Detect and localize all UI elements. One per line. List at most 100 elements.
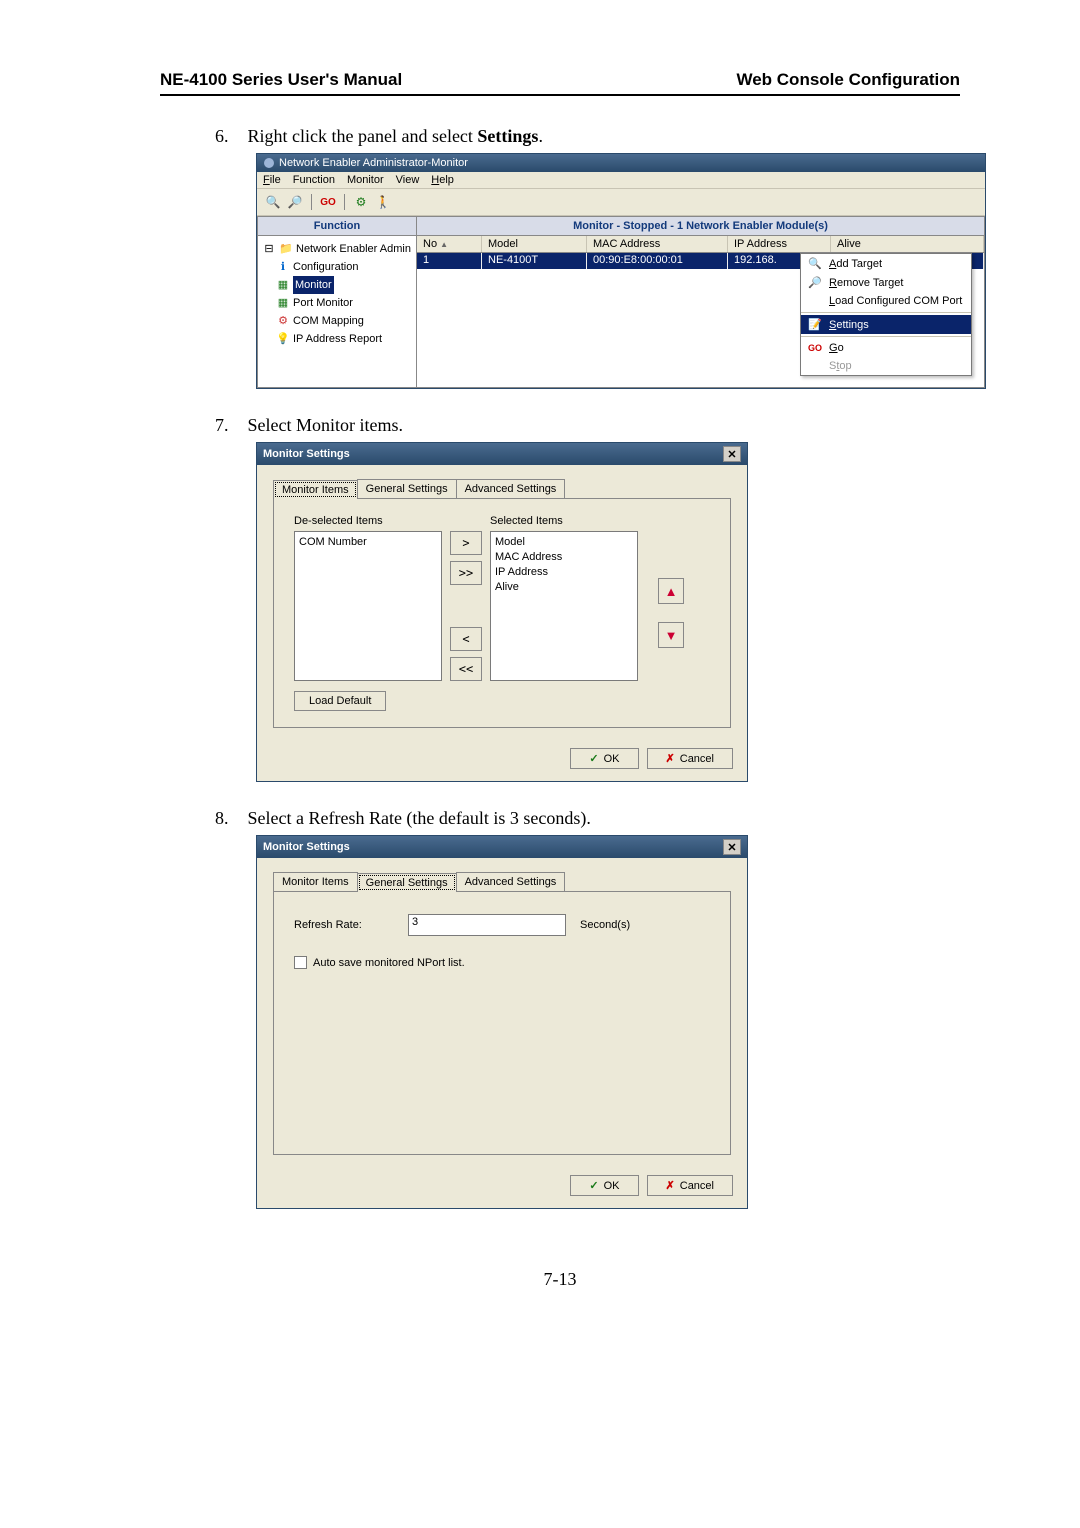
- move-right-all-button[interactable]: >>: [450, 561, 482, 585]
- toolbar: 🔍 🔎 GO ⚙ 🚶: [257, 189, 985, 216]
- remove-target-icon: 🔎: [807, 276, 823, 289]
- menubar: File Function Monitor View Help: [257, 172, 985, 189]
- cancel-button[interactable]: ✗Cancel: [647, 748, 733, 769]
- cancel-button[interactable]: ✗Cancel: [647, 1175, 733, 1196]
- grid-header-row: No ▲ Model MAC Address IP Address Alive: [417, 236, 984, 253]
- ctx-remove-target[interactable]: 🔎 Remove Target: [801, 273, 971, 292]
- list-item[interactable]: COM Number: [299, 535, 437, 550]
- monitor-icon: ▦: [276, 278, 290, 292]
- menu-monitor[interactable]: Monitor: [347, 174, 384, 186]
- tb-com-icon[interactable]: ⚙: [351, 192, 371, 212]
- menu-function[interactable]: Function: [293, 174, 335, 186]
- tree-item-com-mapping[interactable]: ⚙ COM Mapping: [276, 312, 412, 330]
- refresh-rate-input[interactable]: 3: [408, 914, 566, 936]
- monitor-items-panel: De-selected Items COM Number > >> < << S…: [273, 498, 731, 728]
- tree-ip-report-label: IP Address Report: [293, 330, 382, 348]
- page-number: 7-13: [160, 1269, 960, 1290]
- tb-find-icon[interactable]: 🔍: [263, 192, 283, 212]
- folder-icon: 📁: [279, 242, 293, 256]
- app-title: Network Enabler Administrator-Monitor: [279, 157, 468, 169]
- tb-locate-icon[interactable]: 🔎: [285, 192, 305, 212]
- col-no[interactable]: No ▲: [417, 236, 482, 252]
- close-button[interactable]: ✕: [723, 839, 741, 855]
- menu-view[interactable]: View: [396, 174, 420, 186]
- tree-collapse-icon[interactable]: ⊟: [262, 242, 276, 256]
- step-6: 6. Right click the panel and select Sett…: [215, 126, 960, 147]
- tree-item-monitor[interactable]: ▦ Monitor: [276, 276, 412, 294]
- move-left-all-button[interactable]: <<: [450, 657, 482, 681]
- menu-help[interactable]: Help: [431, 174, 454, 186]
- auto-save-checkbox[interactable]: [294, 956, 307, 969]
- right-panel: Monitor - Stopped - 1 Network Enabler Mo…: [417, 216, 985, 388]
- function-header: Function: [258, 217, 416, 236]
- grid-body[interactable]: 1 NE-4100T 00:90:E8:00:00:01 192.168. 🔍 …: [417, 253, 984, 387]
- dialog-1-title: Monitor Settings: [263, 448, 350, 460]
- deselected-label: De-selected Items: [294, 515, 442, 527]
- ctx-load-com[interactable]: Load Configured COM Port: [801, 292, 971, 310]
- tab-monitor-items[interactable]: Monitor Items: [273, 872, 358, 891]
- step-7-num: 7.: [215, 415, 243, 436]
- close-button[interactable]: ✕: [723, 446, 741, 462]
- tb-go-icon[interactable]: GO: [318, 192, 338, 212]
- step-7-text: Select Monitor items.: [248, 415, 403, 435]
- list-item[interactable]: MAC Address: [495, 550, 633, 565]
- app-icon: [263, 157, 275, 169]
- list-item[interactable]: Alive: [495, 580, 633, 595]
- col-model[interactable]: Model: [482, 236, 587, 252]
- col-ip[interactable]: IP Address: [728, 236, 831, 252]
- tree-root[interactable]: ⊟ 📁 Network Enabler Admin: [262, 240, 412, 258]
- tree-item-ip-report[interactable]: 💡 IP Address Report: [276, 330, 412, 348]
- cell-mac: 00:90:E8:00:00:01: [587, 253, 728, 269]
- move-down-button[interactable]: ▼: [658, 622, 684, 648]
- tab-general-settings[interactable]: General Settings: [357, 479, 457, 498]
- step-8-num: 8.: [215, 808, 243, 829]
- dialog-1-tabs: Monitor Items General Settings Advanced …: [273, 479, 731, 498]
- general-settings-panel: Refresh Rate: 3 Second(s) Auto save moni…: [273, 891, 731, 1155]
- tree-item-config[interactable]: ℹ Configuration: [276, 258, 412, 276]
- menu-file[interactable]: File: [263, 174, 281, 186]
- ok-button[interactable]: ✓OK: [570, 1175, 638, 1196]
- tab-general-settings[interactable]: General Settings: [357, 873, 457, 892]
- right-panel-header: Monitor - Stopped - 1 Network Enabler Mo…: [417, 217, 984, 236]
- ctx-add-target[interactable]: 🔍 Add Target: [801, 254, 971, 273]
- selected-listbox[interactable]: Model MAC Address IP Address Alive: [490, 531, 638, 681]
- tab-advanced-settings[interactable]: Advanced Settings: [456, 479, 566, 498]
- step-6-text-c: .: [538, 126, 543, 146]
- tree-monitor-label: Monitor: [293, 276, 334, 294]
- tb-stop-icon[interactable]: 🚶: [373, 192, 393, 212]
- deselected-listbox[interactable]: COM Number: [294, 531, 442, 681]
- tab-advanced-settings[interactable]: Advanced Settings: [456, 872, 566, 891]
- toolbar-divider-1: [311, 194, 312, 210]
- move-up-button[interactable]: ▲: [658, 578, 684, 604]
- bulb-icon: 💡: [276, 332, 290, 346]
- col-alive[interactable]: Alive: [831, 236, 984, 252]
- dialog-2-footer: ✓OK ✗Cancel: [257, 1165, 747, 1208]
- tree-port-monitor-label: Port Monitor: [293, 294, 353, 312]
- ctx-settings[interactable]: 📝 Settings: [801, 315, 971, 334]
- step-8-text: Select a Refresh Rate (the default is 3 …: [248, 808, 591, 828]
- function-panel: Function ⊟ 📁 Network Enabler Admin ℹ Con…: [257, 216, 417, 388]
- header-left: NE-4100 Series User's Manual: [160, 70, 402, 90]
- dialog-2-title: Monitor Settings: [263, 841, 350, 853]
- step-6-num: 6.: [215, 126, 243, 147]
- dialog-2-tabs: Monitor Items General Settings Advanced …: [273, 872, 731, 891]
- dialog-1-titlebar: Monitor Settings ✕: [257, 443, 747, 465]
- move-right-button[interactable]: >: [450, 531, 482, 555]
- app-titlebar: Network Enabler Administrator-Monitor: [257, 154, 985, 172]
- col-mac[interactable]: MAC Address: [587, 236, 728, 252]
- step-8: 8. Select a Refresh Rate (the default is…: [215, 808, 960, 829]
- ok-button[interactable]: ✓OK: [570, 748, 638, 769]
- auto-save-row[interactable]: Auto save monitored NPort list.: [294, 956, 710, 969]
- step-6-text-b: Settings: [477, 126, 538, 146]
- tree: ⊟ 📁 Network Enabler Admin ℹ Configuratio…: [258, 236, 416, 387]
- load-default-button[interactable]: Load Default: [294, 691, 386, 711]
- list-item[interactable]: IP Address: [495, 565, 633, 580]
- tab-monitor-items[interactable]: Monitor Items: [273, 480, 358, 499]
- header-right: Web Console Configuration: [736, 70, 960, 90]
- list-item[interactable]: Model: [495, 535, 633, 550]
- tree-item-port-monitor[interactable]: ▦ Port Monitor: [276, 294, 412, 312]
- ctx-go[interactable]: GO Go: [801, 339, 971, 357]
- move-left-button[interactable]: <: [450, 627, 482, 651]
- dialog-1-footer: ✓OK ✗Cancel: [257, 738, 747, 781]
- toolbar-divider-2: [344, 194, 345, 210]
